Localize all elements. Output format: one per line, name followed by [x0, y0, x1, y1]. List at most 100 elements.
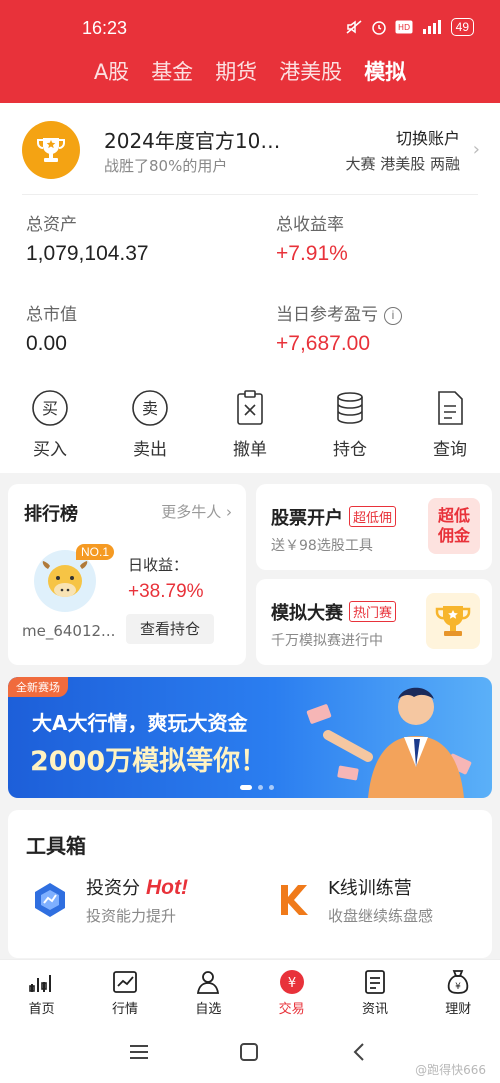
- tab-hk-us[interactable]: 港美股: [279, 56, 342, 92]
- news-icon: [361, 968, 389, 996]
- carousel-dot[interactable]: [269, 785, 274, 790]
- tab-futures[interactable]: 期货: [215, 56, 257, 92]
- carousel-dots: [240, 785, 274, 790]
- svg-text:买: 买: [42, 399, 58, 418]
- total-assets-value: 1,079,104.37: [26, 242, 149, 265]
- carousel-dot[interactable]: [258, 785, 263, 790]
- home-square-icon[interactable]: [236, 1039, 262, 1065]
- rank-username: me_64012...: [22, 622, 116, 640]
- nav-home-label: 首页: [28, 1002, 55, 1017]
- more-traders-text: 更多牛人: [161, 503, 222, 521]
- home-chart-icon: [28, 968, 56, 996]
- investment-score-link[interactable]: 投资分 Hot!: [86, 874, 188, 900]
- svg-text:HD: HD: [398, 23, 410, 32]
- svg-text:¥: ¥: [288, 976, 296, 991]
- tab-simulation[interactable]: 模拟: [364, 56, 406, 92]
- k-line-icon[interactable]: [274, 880, 314, 920]
- daily-pnl-label: 当日参考盈亏 i: [276, 300, 402, 325]
- battery-icon: 49: [450, 18, 474, 36]
- holdings-label: 持仓: [333, 440, 367, 460]
- svg-text:¥: ¥: [455, 982, 461, 992]
- contest-card-title-text: 模拟大赛: [271, 603, 343, 624]
- open-account-sub: 送￥98选股工具: [271, 538, 373, 554]
- k-line-camp-title[interactable]: K线训练营: [328, 874, 412, 900]
- open-account-title-text: 股票开户: [271, 508, 343, 529]
- open-account-title: 股票开户 超低佣: [271, 504, 397, 530]
- divider: [22, 194, 478, 195]
- investment-score-icon[interactable]: [30, 880, 70, 920]
- cancel-order-button[interactable]: 撤单: [200, 385, 300, 465]
- nav-market[interactable]: 行情: [83, 960, 166, 1021]
- contest-title[interactable]: 2024年度官方10…: [104, 125, 280, 154]
- toolbox-card: 工具箱 投资分 Hot! 投资能力提升 K线训练营 收盘继续练盘感: [8, 810, 492, 958]
- low-commission-badge-icon: 超低 佣金: [428, 498, 480, 554]
- total-return-value: +7.91%: [276, 242, 348, 265]
- open-account-card[interactable]: 股票开户 超低佣 送￥98选股工具 超低 佣金: [256, 484, 492, 570]
- view-holdings-button[interactable]: 查看持仓: [126, 614, 214, 644]
- system-nav-bar: @跑得快666: [0, 1021, 500, 1083]
- back-icon[interactable]: [346, 1039, 372, 1065]
- buy-icon: 买: [31, 389, 69, 427]
- money-bag-icon: ¥: [444, 968, 472, 996]
- nav-wealth-label: 理财: [445, 1002, 472, 1017]
- nav-watchlist[interactable]: 自选: [167, 960, 250, 1021]
- status-icons: HD 49: [345, 18, 474, 36]
- total-return-label: 总收益率: [276, 215, 344, 235]
- daily-return-value: +38.79%: [128, 581, 204, 602]
- status-bar: 16:23 HD 49: [0, 0, 500, 58]
- holdings-button[interactable]: 持仓: [300, 385, 400, 465]
- nav-news[interactable]: 资讯: [333, 960, 416, 1021]
- switch-account-button[interactable]: 切换账户: [396, 125, 460, 149]
- contest-card-sub: 千万模拟赛进行中: [271, 633, 383, 649]
- badge-line-1: 超低: [437, 506, 470, 525]
- promo-banner[interactable]: 全新赛场 大A大行情，爽玩大资金 2000万模拟等你！: [8, 677, 492, 798]
- hot-badge: Hot!: [146, 876, 188, 899]
- info-icon[interactable]: i: [384, 307, 402, 325]
- hd-icon: HD: [395, 20, 413, 34]
- signal-icon: [422, 20, 441, 34]
- status-time: 16:23: [82, 18, 128, 38]
- contest-card[interactable]: 模拟大赛 热门赛 千万模拟赛进行中: [256, 579, 492, 665]
- watermark: @跑得快666: [415, 1063, 486, 1077]
- chevron-right-icon: ›: [226, 503, 232, 521]
- trophy-icon: [22, 121, 80, 179]
- bottom-nav: 首页 行情 自选 ¥ 交易 资讯 ¥ 理财: [0, 959, 500, 1021]
- holdings-icon: [331, 389, 369, 427]
- ranking-card[interactable]: 排行榜 更多牛人 › NO.1 me_64012... 日收益： +38.79%…: [8, 484, 246, 665]
- nav-news-label: 资讯: [361, 1002, 388, 1017]
- sell-icon: 卖: [131, 389, 169, 427]
- low-commission-tag: 超低佣: [349, 506, 397, 527]
- more-traders-link[interactable]: 更多牛人 ›: [161, 501, 232, 522]
- contest-ranking-text: 战胜了80%的用户: [104, 157, 228, 175]
- nav-watchlist-label: 自选: [195, 1002, 222, 1017]
- menu-icon[interactable]: [126, 1039, 152, 1065]
- nav-trade[interactable]: ¥ 交易: [250, 960, 333, 1021]
- investment-score-title: 投资分: [86, 878, 140, 899]
- nav-wealth[interactable]: ¥ 理财: [417, 960, 500, 1021]
- nav-trade-label: 交易: [278, 1002, 305, 1017]
- account-types: 大赛 港美股 两融: [345, 155, 460, 173]
- banner-tag: 全新赛场: [8, 677, 68, 697]
- market-tabs: A股 基金 期货 港美股 模拟: [0, 56, 500, 92]
- toolbox-title: 工具箱: [26, 834, 86, 858]
- banner-subheadline: 2000万模拟等你！: [30, 746, 268, 777]
- tab-funds[interactable]: 基金: [151, 56, 193, 92]
- cancel-order-icon: [231, 389, 269, 427]
- banner-illustration: [306, 687, 472, 798]
- tab-a-shares[interactable]: A股: [94, 56, 129, 92]
- nav-home[interactable]: 首页: [0, 960, 83, 1021]
- buy-button[interactable]: 买 买入: [0, 385, 100, 465]
- query-button[interactable]: 查询: [400, 385, 500, 465]
- carousel-dot[interactable]: [240, 785, 252, 790]
- total-assets-label: 总资产: [26, 215, 77, 235]
- banner-headline: 大A大行情，爽玩大资金: [32, 711, 248, 735]
- user-star-icon: [194, 968, 222, 996]
- query-icon: [431, 389, 469, 427]
- mute-icon: [346, 20, 362, 34]
- sell-button[interactable]: 卖 卖出: [100, 385, 200, 465]
- market-value-label: 总市值: [26, 305, 77, 325]
- trade-actions: 买 买入 卖 卖出 撤单 持仓 查询: [0, 385, 500, 465]
- chevron-right-icon[interactable]: ›: [473, 139, 480, 160]
- market-icon: [111, 968, 139, 996]
- daily-return-label: 日收益：: [128, 556, 189, 574]
